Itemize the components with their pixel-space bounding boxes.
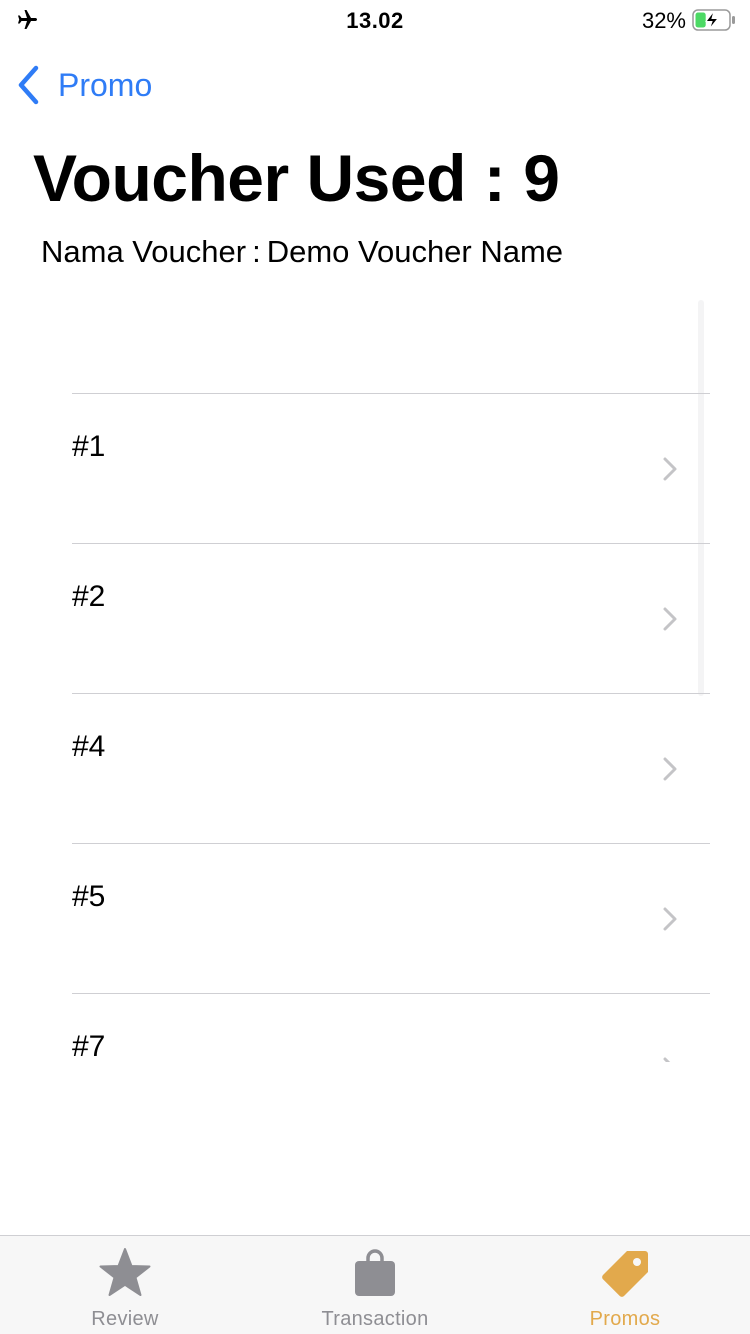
voucher-used-count: 9 (523, 141, 560, 215)
list: #1 #2 #4 #5 #7 (72, 393, 710, 1062)
tab-review[interactable]: Review (0, 1236, 250, 1334)
tab-promos[interactable]: Promos (500, 1236, 750, 1334)
shopping-bag-icon (355, 1249, 395, 1296)
voucher-name-line: Nama Voucher: Demo Voucher Name (41, 234, 563, 270)
list-item-label: #4 (72, 730, 106, 763)
voucher-name-separator: : (252, 234, 261, 269)
list-item[interactable]: #4 (72, 693, 710, 843)
tab-review-label: Review (91, 1308, 159, 1330)
chevron-right-icon (663, 457, 677, 481)
tab-transaction-label: Transaction (321, 1308, 429, 1330)
back-button-label: Promo (58, 66, 153, 103)
battery-charging-icon (692, 9, 735, 31)
voucher-usage-list[interactable]: #1 #2 #4 #5 #7 (0, 298, 750, 1062)
list-item[interactable]: #7 (72, 993, 710, 1062)
tag-icon (602, 1251, 648, 1297)
battery-percentage: 32% (641, 8, 686, 33)
list-item-label: #7 (72, 1030, 106, 1062)
list-item-label: #5 (72, 880, 106, 913)
status-time: 13.02 (346, 8, 404, 33)
tab-transaction[interactable]: Transaction (250, 1236, 500, 1334)
back-button[interactable]: Promo (16, 62, 152, 108)
voucher-name-value: Demo Voucher Name (266, 234, 564, 269)
page-title-label: Voucher Used : (33, 141, 506, 215)
chevron-right-icon (663, 1057, 671, 1062)
tab-bar: Review Transaction Promos (0, 1235, 750, 1334)
list-item[interactable]: #2 (72, 543, 710, 693)
tab-promos-label: Promos (589, 1308, 661, 1330)
chevron-right-icon (663, 607, 677, 631)
status-bar: 13.02 32% (0, 0, 750, 40)
list-item-label: #2 (72, 580, 106, 613)
list-item[interactable]: #1 (72, 393, 710, 543)
list-item[interactable]: #5 (72, 843, 710, 993)
chevron-right-icon (663, 907, 677, 931)
page-title: Voucher Used :9 (33, 140, 560, 216)
list-item-label: #1 (72, 430, 106, 463)
chevron-left-icon (18, 65, 39, 105)
star-icon (99, 1248, 151, 1296)
chevron-right-icon (663, 757, 677, 781)
voucher-name-label: Nama Voucher (41, 234, 247, 269)
